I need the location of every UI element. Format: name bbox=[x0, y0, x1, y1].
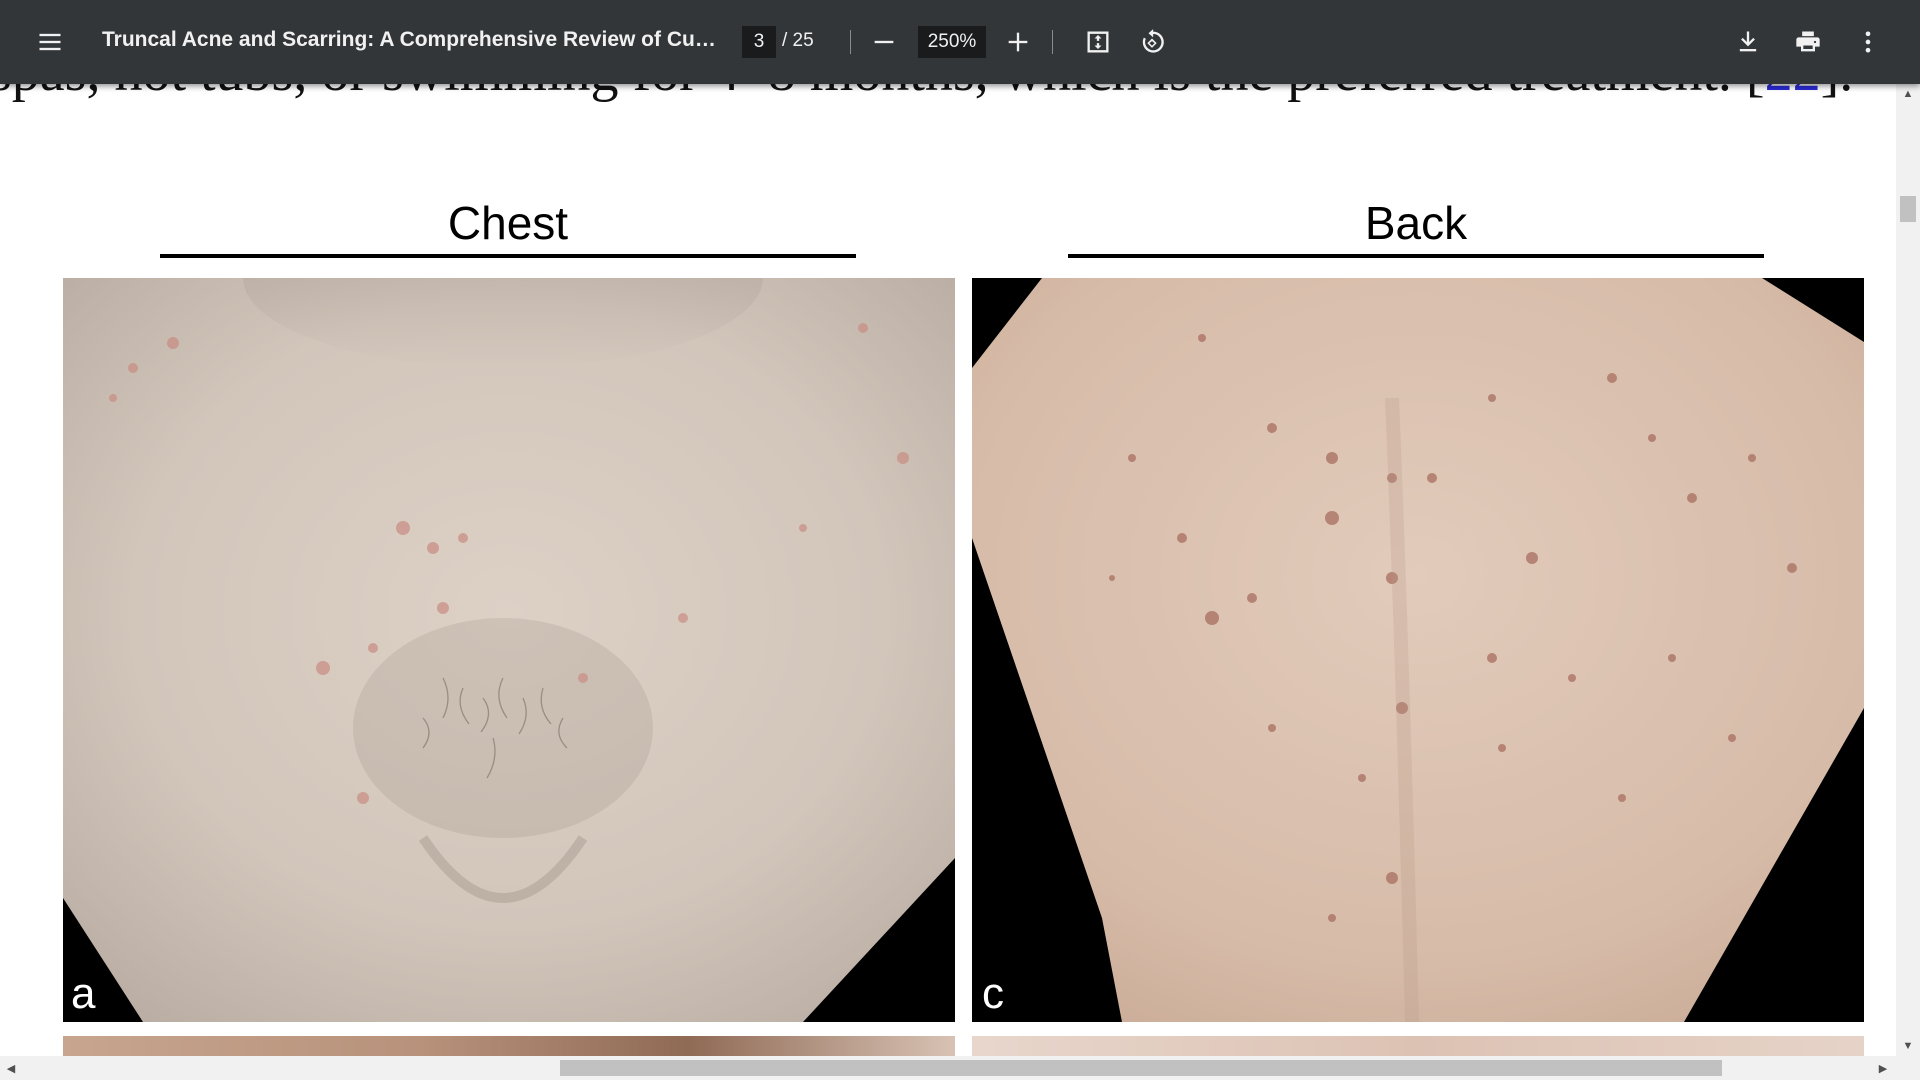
toolbar-divider bbox=[1052, 30, 1053, 54]
fit-page-icon bbox=[1087, 31, 1109, 53]
citation-link[interactable]: 22 bbox=[1765, 84, 1821, 103]
more-options-button[interactable] bbox=[1846, 20, 1890, 64]
print-icon bbox=[1796, 31, 1820, 52]
menu-button[interactable] bbox=[28, 20, 72, 64]
page-total: / 25 bbox=[782, 30, 814, 51]
panel-c-label: c bbox=[982, 969, 1004, 1018]
pdf-viewer[interactable]: spas, hot tubs, or swimming for 4–8 mont… bbox=[0, 84, 1896, 1056]
horizontal-scroll-thumb[interactable] bbox=[560, 1060, 1722, 1076]
panel-a-label: a bbox=[71, 969, 96, 1018]
scroll-down-icon[interactable]: ▼ bbox=[1896, 1036, 1920, 1056]
print-button[interactable] bbox=[1786, 20, 1830, 64]
back-heading-rule bbox=[1068, 254, 1764, 258]
pdf-toolbar: Truncal Acne and Scarring: A Comprehensi… bbox=[0, 0, 1920, 84]
body-text-end: ]. bbox=[1821, 84, 1854, 103]
vertical-scrollbar[interactable]: ▲ ▼ bbox=[1896, 84, 1920, 1056]
scroll-left-icon[interactable]: ◀ bbox=[0, 1056, 22, 1080]
toolbar-divider bbox=[850, 30, 851, 54]
vertical-scroll-thumb[interactable] bbox=[1900, 196, 1916, 222]
page-number-input[interactable] bbox=[742, 26, 776, 58]
scroll-up-icon[interactable]: ▲ bbox=[1896, 84, 1920, 104]
menu-icon bbox=[39, 33, 61, 51]
more-options-icon bbox=[1865, 31, 1871, 53]
download-icon bbox=[1739, 31, 1757, 52]
next-row-photo-left bbox=[63, 1036, 955, 1056]
back-heading: Back bbox=[1364, 197, 1468, 249]
chest-heading-rule bbox=[160, 254, 856, 258]
document-title: Truncal Acne and Scarring: A Comprehensi… bbox=[102, 28, 722, 51]
horizontal-scrollbar[interactable]: ◀ ▶ bbox=[0, 1056, 1920, 1080]
fit-page-button[interactable] bbox=[1076, 20, 1120, 64]
body-text: spas, hot tubs, or swimming for 4–8 mont… bbox=[0, 84, 1765, 103]
next-row-photo-right bbox=[972, 1036, 1864, 1056]
zoom-out-icon bbox=[874, 40, 894, 44]
rotate-button[interactable] bbox=[1130, 20, 1174, 64]
previous-paragraph-line: spas, hot tubs, or swimming for 4–8 mont… bbox=[0, 84, 1890, 104]
zoom-in-button[interactable] bbox=[996, 20, 1040, 64]
zoom-level-input[interactable] bbox=[918, 26, 986, 58]
chest-heading: Chest bbox=[447, 197, 569, 249]
scroll-right-icon[interactable]: ▶ bbox=[1872, 1056, 1894, 1080]
download-button[interactable] bbox=[1726, 20, 1770, 64]
zoom-in-icon bbox=[1008, 32, 1028, 52]
zoom-out-button[interactable] bbox=[862, 20, 906, 64]
rotate-icon bbox=[1142, 29, 1164, 53]
back-photo: c bbox=[972, 278, 1864, 1022]
chest-photo: a bbox=[63, 278, 955, 1022]
